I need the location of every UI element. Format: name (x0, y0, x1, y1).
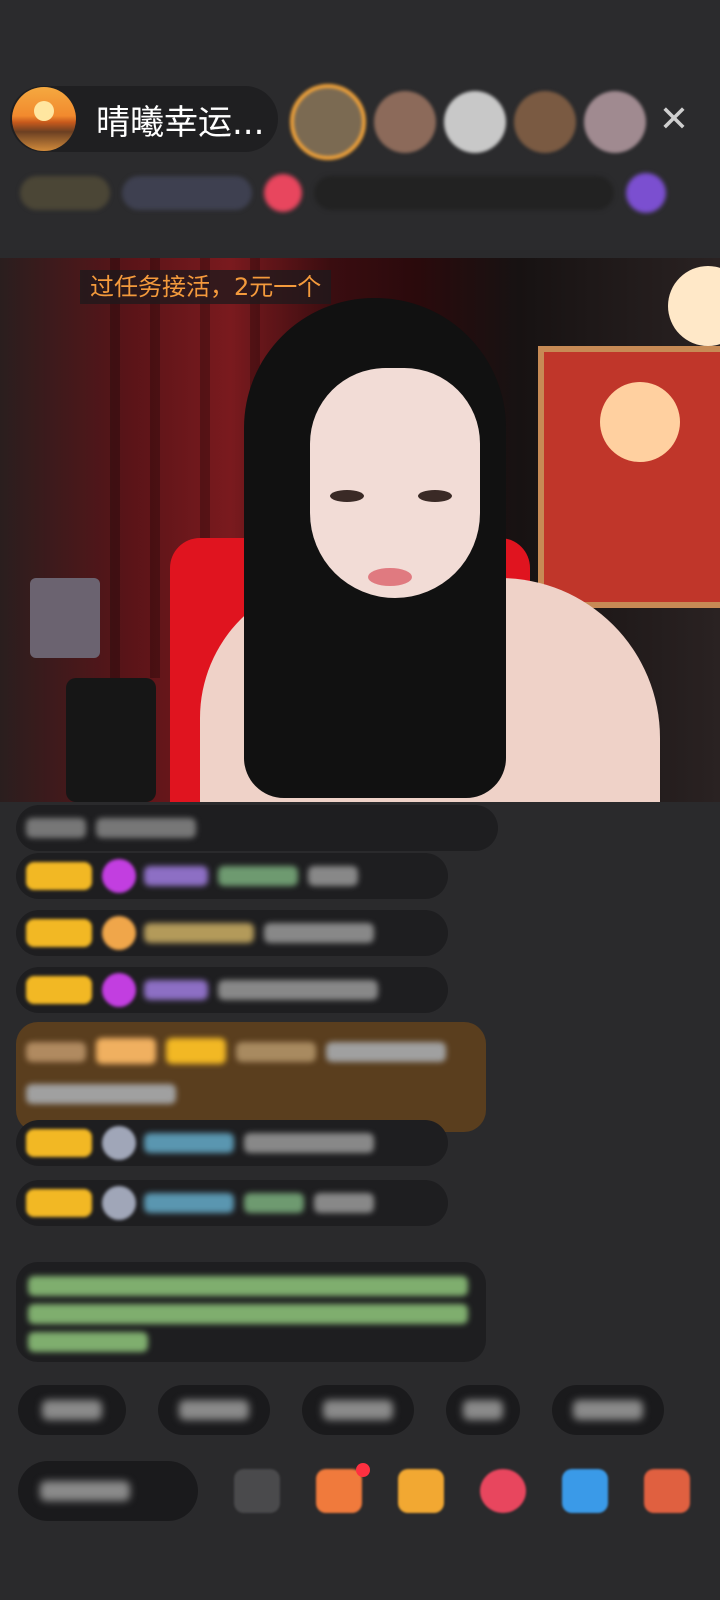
avatar[interactable] (12, 87, 76, 151)
fan-badge (166, 1038, 226, 1064)
gift-icon[interactable] (316, 1469, 362, 1513)
streamer-eye (330, 490, 364, 502)
heart-icon[interactable] (264, 174, 302, 212)
chat-text (264, 923, 374, 943)
chat-username (144, 1193, 234, 1213)
viewer-avatar[interactable] (374, 91, 436, 153)
level-badge (96, 1038, 156, 1064)
video-caption: 过任务接活，2元一个 (80, 270, 332, 304)
quick-reply-label (179, 1400, 249, 1420)
viewer-avatars (290, 84, 654, 160)
streamer-lips (368, 568, 412, 586)
chat-text (28, 1332, 148, 1352)
shop-icon[interactable] (398, 1469, 444, 1513)
purple-badge-icon[interactable] (626, 173, 666, 213)
chat-message[interactable] (16, 967, 448, 1013)
viewer-avatar[interactable] (514, 91, 576, 153)
chat-username (236, 1042, 316, 1062)
viewer-avatar[interactable] (444, 91, 506, 153)
system-message (16, 1262, 486, 1362)
chat-message[interactable] (16, 805, 498, 851)
chat-text (244, 1133, 374, 1153)
avatar-icon (102, 1126, 136, 1160)
curtain-fold (150, 258, 160, 678)
chat-text (218, 866, 298, 886)
quick-reply-label (573, 1400, 643, 1420)
level-badge (26, 862, 92, 890)
bottom-toolbar (0, 1455, 720, 1545)
badge-icon (102, 916, 136, 950)
lamp (668, 266, 720, 346)
chat-text (314, 1193, 374, 1213)
diamond-icon (102, 859, 136, 893)
chat-text (326, 1042, 446, 1062)
quick-reply-button[interactable] (18, 1385, 126, 1435)
chat-username (144, 1133, 234, 1153)
top-bar: 晴曦幸运... ✕ (0, 0, 720, 250)
streamer-eye (418, 490, 452, 502)
game-icon[interactable] (562, 1469, 608, 1513)
chat-message[interactable] (16, 853, 448, 899)
popularity-chip[interactable] (122, 176, 252, 210)
chat-username (144, 866, 208, 886)
quick-reply-label (463, 1400, 503, 1420)
chat-text (244, 1193, 304, 1213)
quick-reply-button[interactable] (552, 1385, 664, 1435)
chat-text (26, 1042, 86, 1062)
plant-pot (30, 578, 100, 658)
comment-input[interactable] (18, 1461, 198, 1521)
curtain-fold (110, 258, 120, 678)
chat-username (144, 923, 254, 943)
quick-reply-button[interactable] (446, 1385, 520, 1435)
activity-banner[interactable] (314, 176, 614, 210)
rank-chip[interactable] (20, 176, 110, 210)
close-icon[interactable]: ✕ (654, 100, 694, 140)
heart-gift-icon[interactable] (480, 1469, 526, 1513)
level-badge (26, 976, 92, 1004)
notification-dot (356, 1463, 370, 1477)
quick-reply-button[interactable] (302, 1385, 414, 1435)
microphone (66, 678, 156, 802)
chat-text (26, 818, 86, 838)
chat-text (218, 980, 378, 1000)
avatar-icon (102, 1186, 136, 1220)
highlighted-message[interactable] (16, 1022, 486, 1132)
chat-message[interactable] (16, 1180, 448, 1226)
host-info[interactable]: 晴曦幸运... (10, 86, 278, 152)
viewer-avatar[interactable] (290, 84, 366, 160)
quick-reply-button[interactable] (158, 1385, 270, 1435)
chat-text (96, 818, 196, 838)
chat-icon[interactable] (234, 1469, 280, 1513)
status-chips (20, 170, 700, 216)
chat-text (28, 1304, 468, 1324)
live-video[interactable] (0, 258, 720, 802)
quick-reply-label (42, 1400, 102, 1420)
comment-placeholder (40, 1481, 130, 1501)
viewer-avatar[interactable] (584, 91, 646, 153)
level-badge (26, 919, 92, 947)
streamer-face (310, 368, 480, 598)
level-badge (26, 1129, 92, 1157)
chat-text (26, 1084, 176, 1104)
quick-reply-row (18, 1385, 696, 1435)
chat-text (308, 866, 358, 886)
sun-graphic (34, 101, 54, 121)
more-icon[interactable] (644, 1469, 690, 1513)
chat-text (28, 1276, 468, 1296)
level-badge (26, 1189, 92, 1217)
chat-message[interactable] (16, 1120, 448, 1166)
chat-message[interactable] (16, 910, 448, 956)
quick-reply-label (323, 1400, 393, 1420)
wall-painting (538, 346, 720, 608)
chat-username (144, 980, 208, 1000)
painting-sun (600, 382, 680, 462)
host-name: 晴曦幸运... (96, 102, 265, 143)
diamond-icon (102, 973, 136, 1007)
